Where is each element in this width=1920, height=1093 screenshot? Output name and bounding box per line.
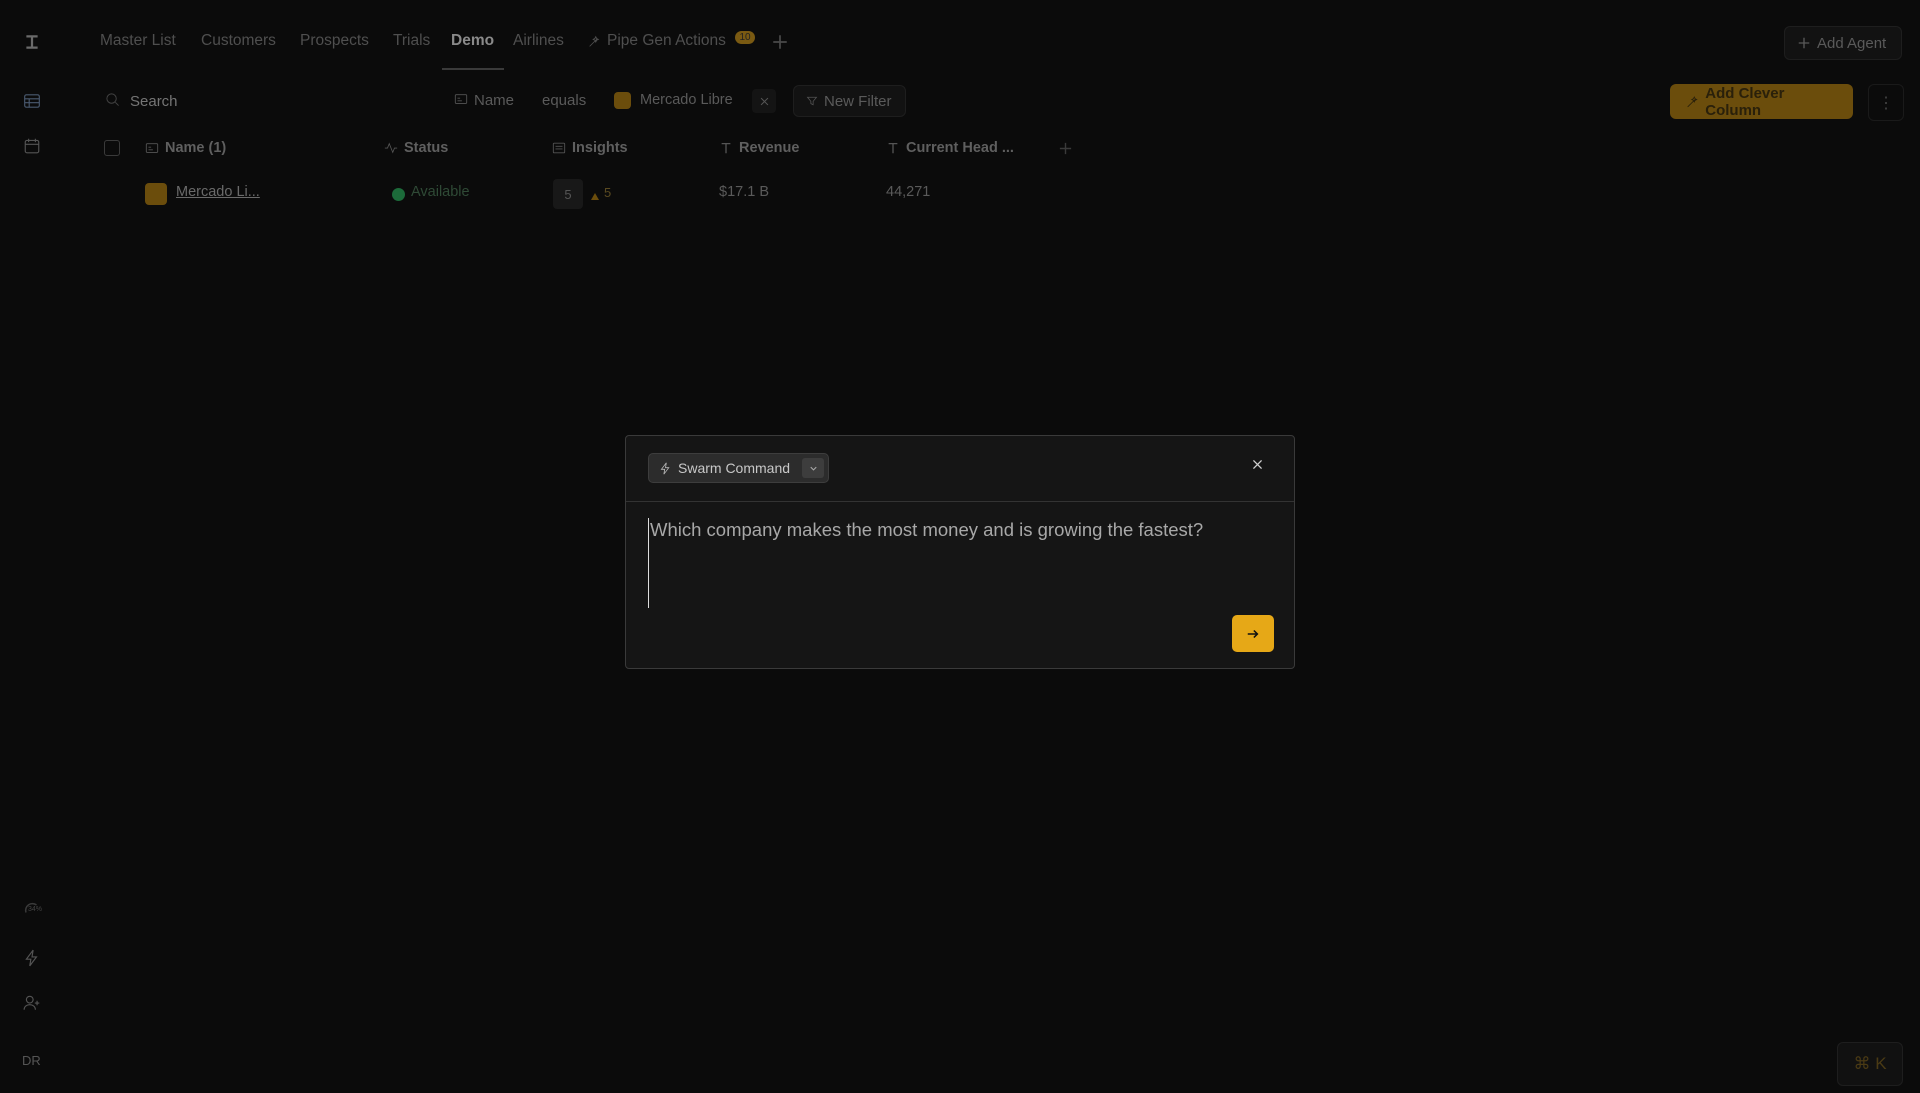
tab-airlines[interactable]: Airlines — [513, 32, 564, 50]
table-view-icon[interactable] — [20, 89, 44, 113]
tab-trials[interactable]: Trials — [393, 32, 430, 50]
tab-pipe-gen-actions[interactable]: Pipe Gen Actions — [607, 32, 726, 50]
usage-gauge-icon[interactable]: 34% — [20, 896, 44, 920]
tab-customers[interactable]: Customers — [201, 32, 276, 50]
add-user-icon[interactable] — [20, 991, 44, 1015]
filter-icon — [806, 96, 818, 106]
send-button[interactable] — [1232, 615, 1274, 652]
tab-prospects[interactable]: Prospects — [300, 32, 369, 50]
headcount-cell: 44,271 — [886, 184, 931, 200]
revenue-cell: $17.1 B — [719, 184, 769, 200]
lightning-icon[interactable] — [20, 946, 44, 970]
search-icon — [105, 92, 121, 108]
add-tab-icon[interactable] — [771, 33, 789, 51]
plus-icon — [1798, 37, 1810, 49]
magic-wand-icon — [1687, 95, 1698, 107]
list-icon — [552, 142, 566, 154]
select-all-checkbox[interactable] — [104, 140, 120, 156]
close-icon — [760, 97, 768, 105]
add-column-icon[interactable] — [1058, 141, 1073, 156]
text-type-icon — [888, 142, 898, 154]
add-agent-button[interactable]: Add Agent — [1784, 26, 1902, 60]
insights-count[interactable]: 5 — [553, 179, 583, 209]
column-header-insights[interactable]: Insights — [552, 140, 628, 156]
column-header-revenue[interactable]: Revenue — [719, 140, 799, 156]
new-filter-button[interactable]: New Filter — [793, 85, 906, 117]
status-badge: Available — [411, 184, 470, 200]
company-logo-icon — [145, 183, 167, 205]
sparkle-icon — [587, 35, 601, 49]
filter-field[interactable]: Name — [474, 92, 514, 109]
column-header-name[interactable]: Name (1) — [145, 140, 226, 156]
status-dot — [392, 188, 405, 201]
arrow-right-icon — [1247, 629, 1259, 638]
text-type-icon — [721, 142, 731, 154]
id-card-icon — [454, 92, 468, 106]
column-header-status[interactable]: Status — [384, 140, 448, 156]
row-name-link[interactable]: Mercado Li... — [176, 184, 260, 200]
filter-value[interactable]: Mercado Libre — [640, 92, 733, 108]
usage-percent: 34% — [28, 906, 43, 913]
close-icon[interactable] — [1249, 456, 1265, 472]
lightning-icon — [660, 462, 670, 474]
activity-icon — [384, 142, 398, 154]
chevron-down-icon[interactable] — [802, 458, 825, 478]
swarm-command-dialog: Swarm Command Which company makes the mo… — [625, 435, 1295, 669]
trend-up-icon — [591, 188, 599, 200]
insights-up-count: 5 — [604, 185, 612, 200]
prompt-input[interactable]: Which company makes the most money and i… — [648, 518, 1270, 608]
column-header-headcount[interactable]: Current Head ... — [886, 140, 1014, 156]
id-card-icon — [145, 143, 159, 153]
more-options-icon[interactable]: ⋮ — [1868, 84, 1904, 121]
remove-filter-button[interactable] — [752, 89, 776, 113]
app-logo-icon[interactable] — [20, 30, 44, 54]
active-tab-indicator — [442, 68, 504, 70]
user-avatar[interactable]: DR — [22, 1053, 41, 1068]
company-logo-icon — [614, 92, 631, 109]
command-palette-button[interactable]: ⌘ K — [1837, 1042, 1903, 1086]
tab-master-list[interactable]: Master List — [100, 32, 176, 50]
filter-operator[interactable]: equals — [542, 92, 586, 109]
tab-demo[interactable]: Demo — [451, 32, 494, 50]
pipe-gen-badge: 10 — [735, 31, 755, 44]
search-input[interactable] — [128, 88, 432, 114]
dialog-header: Swarm Command — [626, 436, 1294, 502]
mode-selector[interactable]: Swarm Command — [648, 453, 830, 483]
mode-label: Swarm Command — [678, 460, 791, 476]
calendar-icon[interactable] — [20, 134, 44, 158]
add-clever-column-button[interactable]: Add Clever Column — [1670, 84, 1853, 119]
